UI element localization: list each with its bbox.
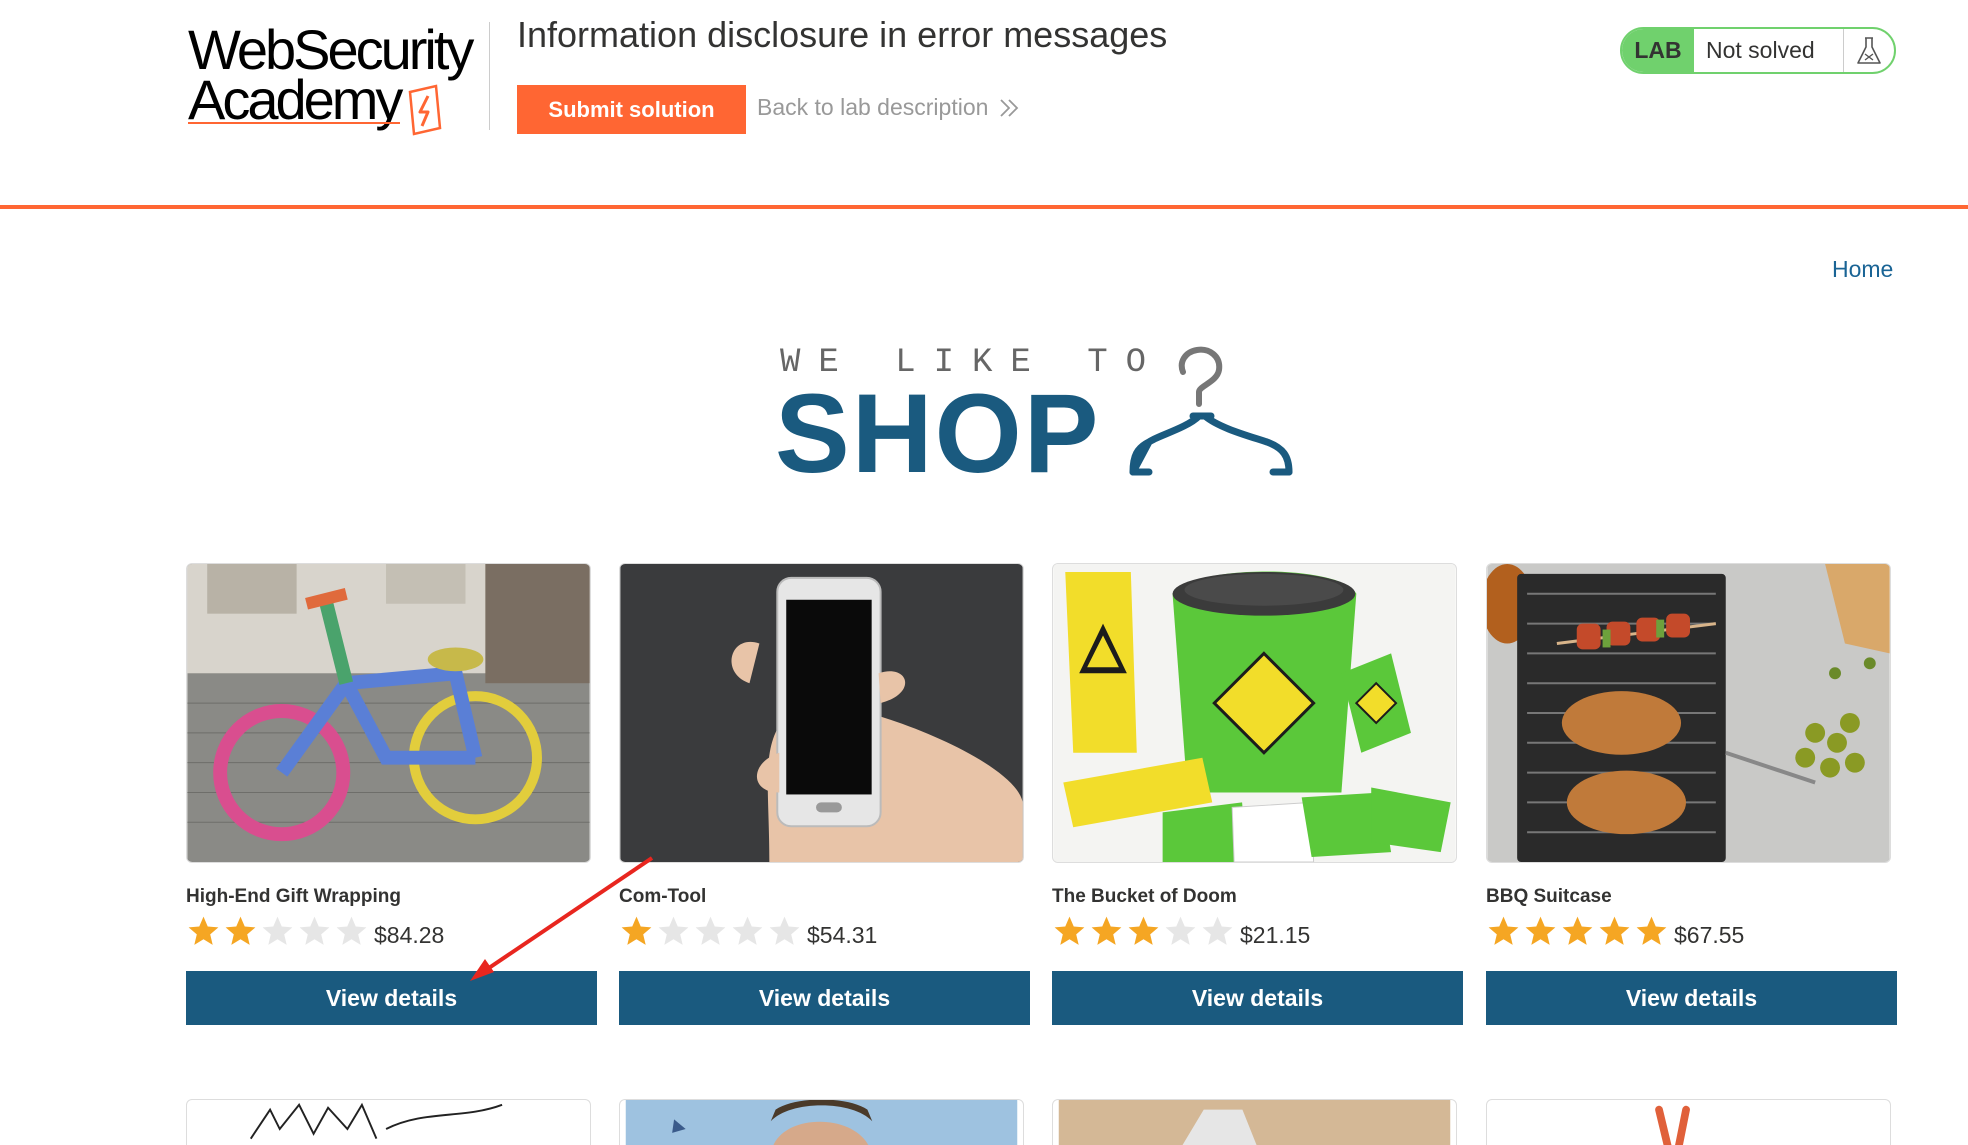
product-image bbox=[619, 563, 1024, 863]
star-filled-icon bbox=[1054, 916, 1085, 945]
product-image-partial bbox=[1052, 1099, 1457, 1145]
star-empty-icon bbox=[658, 916, 689, 945]
back-link-label: Back to lab description bbox=[757, 94, 989, 120]
star-rating bbox=[1052, 914, 1235, 949]
product-price: $21.15 bbox=[1240, 922, 1311, 948]
coat-hanger-icon bbox=[1129, 346, 1293, 476]
back-to-lab-description-link[interactable]: Back to lab description bbox=[757, 94, 1020, 121]
star-empty-icon bbox=[695, 916, 726, 945]
star-empty-icon bbox=[262, 916, 293, 945]
star-filled-icon bbox=[1128, 916, 1159, 945]
product-name: Com-Tool bbox=[619, 886, 707, 907]
yarn-bicycle-image bbox=[187, 564, 590, 862]
product-name: The Bucket of Doom bbox=[1052, 886, 1237, 907]
phone-in-hand-image bbox=[620, 564, 1023, 862]
star-rating bbox=[619, 914, 802, 949]
view-details-button[interactable]: View details bbox=[186, 971, 597, 1025]
star-filled-icon bbox=[1488, 916, 1519, 945]
product-price: $54.31 bbox=[807, 922, 878, 948]
bucket-of-doom-image bbox=[1053, 564, 1456, 862]
submit-solution-button[interactable]: Submit solution bbox=[517, 85, 746, 134]
star-filled-icon bbox=[188, 916, 219, 945]
view-details-button[interactable]: View details bbox=[619, 971, 1030, 1025]
star-filled-icon bbox=[1525, 916, 1556, 945]
product-name: High-End Gift Wrapping bbox=[186, 886, 401, 907]
product-price: $67.55 bbox=[1674, 922, 1745, 948]
star-filled-icon bbox=[1636, 916, 1667, 945]
bbq-grill-image bbox=[1487, 564, 1890, 862]
star-filled-icon bbox=[621, 916, 652, 945]
product-image-partial bbox=[619, 1099, 1024, 1145]
logo-line-2: Academy bbox=[188, 68, 403, 131]
web-security-academy-logo[interactable]: WebSecurity Academy bbox=[188, 22, 490, 136]
star-filled-icon bbox=[225, 916, 256, 945]
star-filled-icon bbox=[1562, 916, 1593, 945]
star-rating bbox=[186, 914, 369, 949]
product-image bbox=[1486, 563, 1891, 863]
lab-badge: LAB bbox=[1622, 29, 1694, 72]
sketch-image bbox=[192, 1100, 585, 1145]
academy-header: WebSecurity Academy Information disclosu… bbox=[0, 0, 1968, 209]
star-empty-icon bbox=[732, 916, 763, 945]
banner-title: SHOP bbox=[775, 371, 1101, 496]
star-empty-icon bbox=[336, 916, 367, 945]
shark-fin-image bbox=[1058, 1100, 1451, 1145]
double-chevron-right-icon bbox=[1000, 98, 1019, 117]
star-empty-icon bbox=[769, 916, 800, 945]
star-empty-icon bbox=[1202, 916, 1233, 945]
star-filled-icon bbox=[1599, 916, 1630, 945]
star-empty-icon bbox=[1165, 916, 1196, 945]
home-link[interactable]: Home bbox=[1832, 256, 1893, 283]
logo-lightning-icon bbox=[408, 84, 442, 136]
lab-status-text: Not solved bbox=[1694, 29, 1844, 72]
lab-status-widget: LAB Not solved bbox=[1620, 27, 1896, 74]
page-root: WebSecurity Academy Information disclosu… bbox=[0, 0, 1968, 1145]
flask-icon bbox=[1844, 29, 1894, 72]
star-rating bbox=[1486, 914, 1669, 949]
product-image bbox=[186, 563, 591, 863]
view-details-button[interactable]: View details bbox=[1486, 971, 1897, 1025]
shop-banner: WE LIKE TO SHOP bbox=[775, 340, 1305, 490]
product-price: $84.28 bbox=[374, 922, 445, 948]
product-image-partial bbox=[186, 1099, 591, 1145]
man-portrait-image bbox=[625, 1100, 1018, 1145]
product-image bbox=[1052, 563, 1457, 863]
view-details-button[interactable]: View details bbox=[1052, 971, 1463, 1025]
clothes-peg-image bbox=[1492, 1100, 1885, 1145]
lab-title: Information disclosure in error messages bbox=[517, 14, 1168, 55]
product-image-partial bbox=[1486, 1099, 1891, 1145]
star-filled-icon bbox=[1091, 916, 1122, 945]
product-name: BBQ Suitcase bbox=[1486, 886, 1612, 907]
star-empty-icon bbox=[299, 916, 330, 945]
header-divider bbox=[489, 22, 490, 130]
logo-underline bbox=[188, 122, 400, 124]
